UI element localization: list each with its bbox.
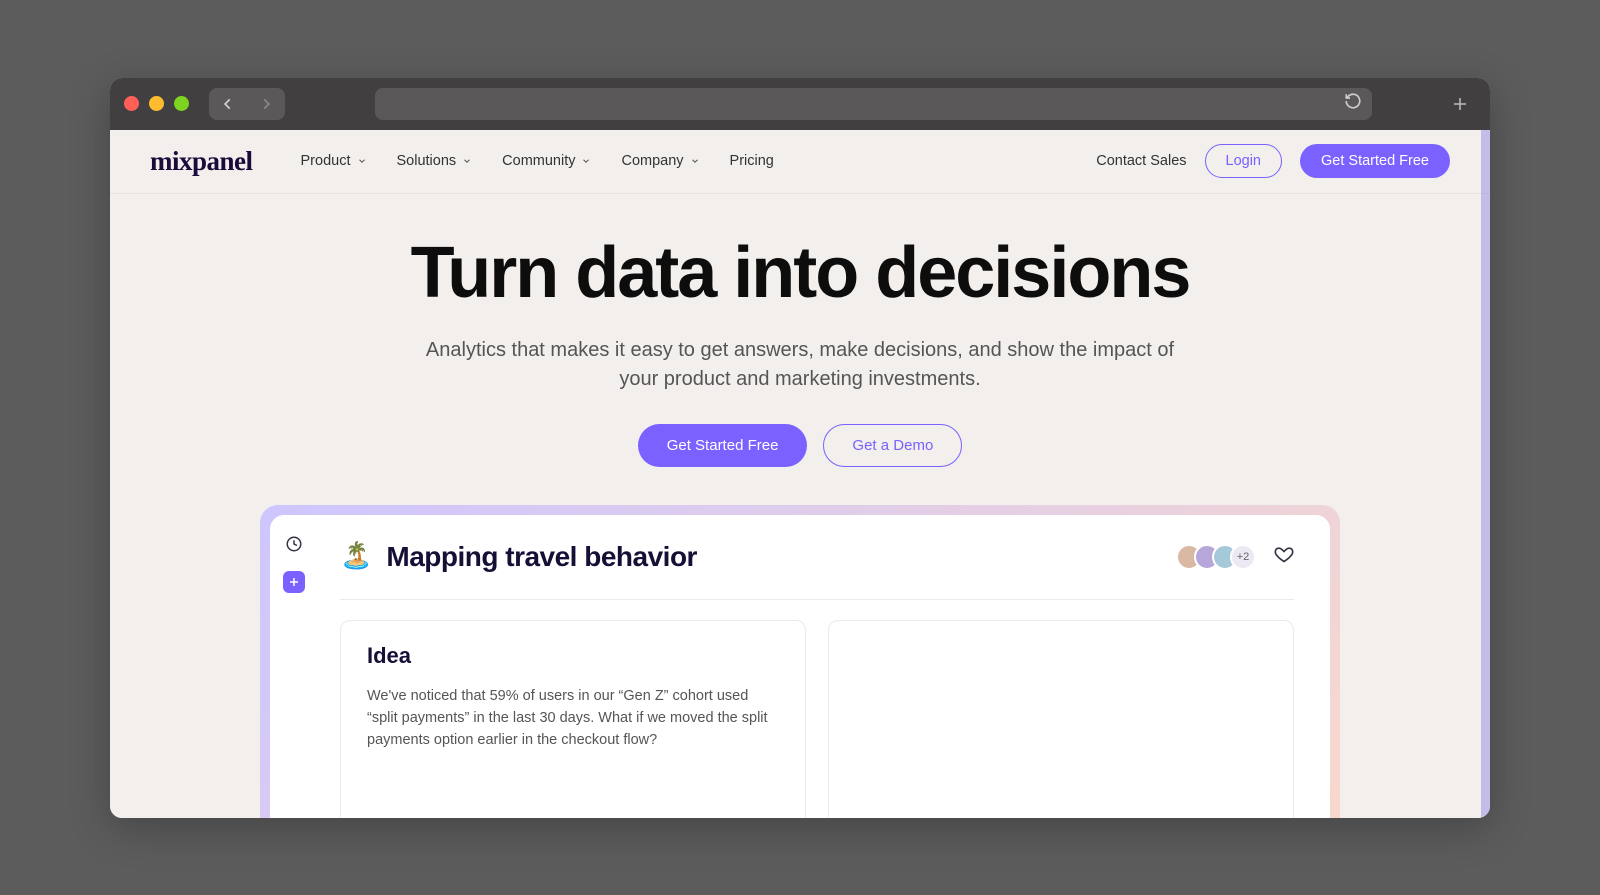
browser-chrome [110, 78, 1490, 130]
nav-link-label: Company [621, 153, 683, 169]
hero-headline: Turn data into decisions [110, 232, 1490, 314]
reload-icon[interactable] [1344, 92, 1362, 115]
dashboard-preview: 🏝️ Mapping travel behavior +2 [260, 505, 1340, 818]
contact-sales-link[interactable]: Contact Sales [1096, 153, 1186, 169]
nav-link-label: Solutions [397, 153, 457, 169]
nav-buttons [209, 88, 285, 120]
dashboard-cards: Idea We've noticed that 59% of users in … [340, 620, 1294, 818]
nav-links: Product Solutions Community Company [301, 153, 774, 169]
collaborator-avatars[interactable]: +2 [1176, 544, 1256, 570]
chevron-down-icon [690, 156, 700, 166]
url-bar[interactable] [375, 88, 1372, 120]
chevron-down-icon [357, 156, 367, 166]
hero-subtext: Analytics that makes it easy to get answ… [420, 336, 1180, 394]
back-button[interactable] [209, 88, 247, 120]
nav-link-solutions[interactable]: Solutions [397, 153, 473, 169]
close-window-icon[interactable] [124, 96, 139, 111]
clock-icon[interactable] [285, 535, 303, 553]
nav-link-label: Community [502, 153, 575, 169]
card-empty[interactable] [828, 620, 1294, 818]
nav-link-company[interactable]: Company [621, 153, 699, 169]
island-icon: 🏝️ [340, 542, 372, 568]
scrollbar[interactable] [1481, 130, 1490, 818]
nav-link-label: Pricing [730, 153, 774, 169]
browser-window: mixpanel Product Solutions Community [110, 78, 1490, 818]
hero-ctas: Get Started Free Get a Demo [110, 424, 1490, 467]
forward-button[interactable] [247, 88, 285, 120]
dashboard-title: Mapping travel behavior [386, 541, 697, 573]
login-button[interactable]: Login [1205, 144, 1282, 178]
favorite-icon[interactable] [1274, 544, 1294, 569]
maximize-window-icon[interactable] [174, 96, 189, 111]
minimize-window-icon[interactable] [149, 96, 164, 111]
get-started-button[interactable]: Get Started Free [1300, 144, 1450, 178]
top-nav: mixpanel Product Solutions Community [110, 130, 1490, 194]
nav-link-pricing[interactable]: Pricing [730, 153, 774, 169]
nav-link-label: Product [301, 153, 351, 169]
page-content: mixpanel Product Solutions Community [110, 130, 1490, 818]
new-tab-button[interactable] [1444, 88, 1476, 120]
add-button[interactable] [283, 571, 305, 593]
traffic-lights [124, 96, 189, 111]
hero-get-demo-button[interactable]: Get a Demo [823, 424, 962, 467]
dashboard-rail [270, 515, 318, 818]
avatar-overflow: +2 [1230, 544, 1256, 570]
dashboard-header: 🏝️ Mapping travel behavior +2 [340, 541, 1294, 600]
logo[interactable]: mixpanel [150, 146, 253, 177]
nav-link-community[interactable]: Community [502, 153, 591, 169]
hero: Turn data into decisions Analytics that … [110, 194, 1490, 467]
card-idea[interactable]: Idea We've noticed that 59% of users in … [340, 620, 806, 818]
nav-link-product[interactable]: Product [301, 153, 367, 169]
chevron-down-icon [581, 156, 591, 166]
dashboard-main: 🏝️ Mapping travel behavior +2 [318, 515, 1330, 818]
card-title: Idea [367, 643, 779, 669]
hero-get-started-button[interactable]: Get Started Free [638, 424, 808, 467]
chevron-down-icon [462, 156, 472, 166]
card-body: We've noticed that 59% of users in our “… [367, 685, 779, 752]
